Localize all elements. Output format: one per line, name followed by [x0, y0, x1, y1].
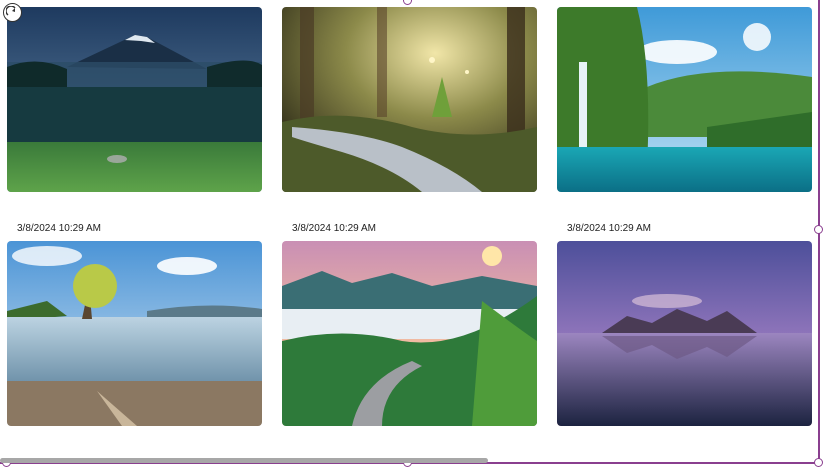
lake-tree-image — [7, 241, 262, 426]
photo-tile-forest-stream[interactable] — [282, 7, 537, 192]
photo-tile-lake-tree[interactable] — [7, 241, 262, 426]
resize-handle-top[interactable] — [403, 0, 412, 5]
mountain-road-image — [282, 241, 537, 426]
volcano-image — [7, 7, 262, 192]
photo-tile-beach-sunset[interactable] — [557, 241, 812, 426]
beach-sunset-image — [557, 241, 812, 426]
resize-handle-right[interactable] — [814, 225, 823, 234]
waterfall-image — [557, 7, 812, 192]
forest-stream-image — [282, 7, 537, 192]
rotate-handle-icon[interactable] — [3, 3, 22, 22]
photo-tile-mountain-road[interactable] — [282, 241, 537, 426]
photo-tile-waterfall[interactable] — [557, 7, 812, 192]
photo-date-label: 3/8/2024 10:29 AM — [17, 223, 101, 234]
photo-date-label: 3/8/2024 10:29 AM — [292, 223, 376, 234]
photo-date-label: 3/8/2024 10:29 AM — [567, 223, 651, 234]
resize-handle-bottom-right[interactable] — [814, 458, 823, 467]
photo-tile-volcano[interactable] — [7, 7, 262, 192]
horizontal-scrollbar[interactable] — [0, 458, 488, 463]
